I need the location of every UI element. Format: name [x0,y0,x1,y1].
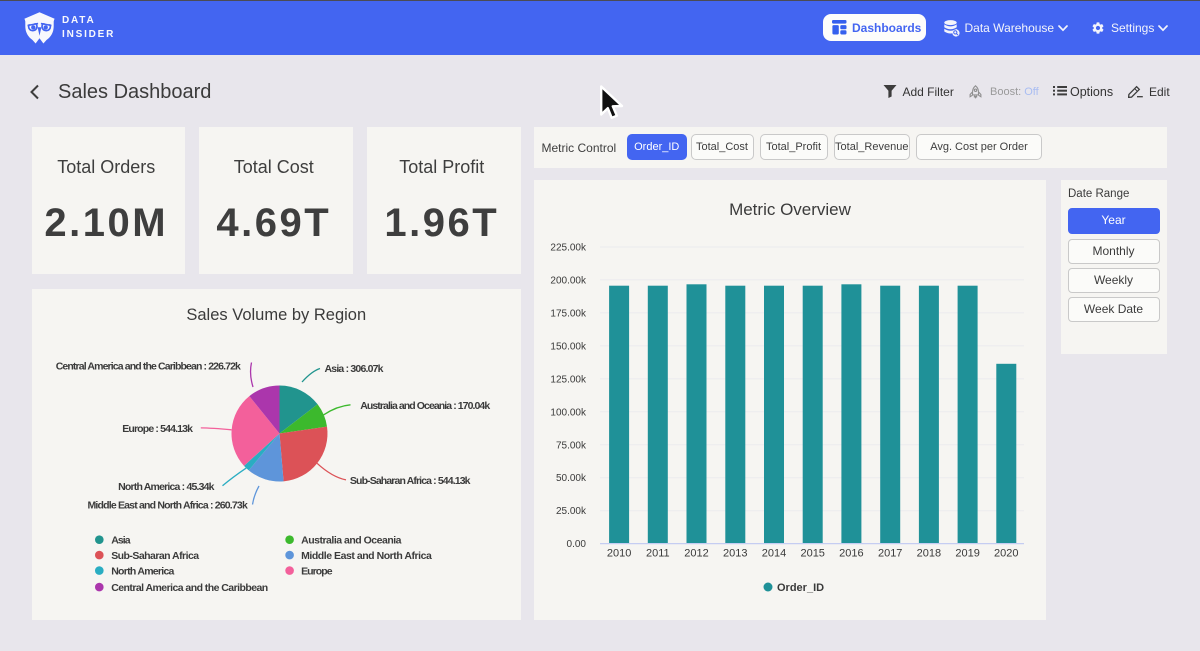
svg-text:175.00k: 175.00k [550,308,587,319]
svg-text:150.00k: 150.00k [550,341,587,352]
svg-text:2012: 2012 [684,548,708,560]
svg-text:2014: 2014 [762,548,786,560]
svg-text:0.00: 0.00 [567,539,587,550]
svg-text:25.00k: 25.00k [556,506,587,517]
svg-text:2016: 2016 [839,548,863,560]
svg-text:Asia : 306.07k: Asia : 306.07k [324,363,383,375]
svg-text:2017: 2017 [878,548,902,560]
svg-text:2013: 2013 [723,548,747,560]
svg-text:2019: 2019 [955,548,979,560]
svg-text:2020: 2020 [994,548,1018,560]
svg-text:2011: 2011 [646,548,670,560]
svg-text:225.00k: 225.00k [550,243,587,254]
svg-text:Order_ID: Order_ID [777,582,824,594]
svg-text:Middle East and North Africa :: Middle East and North Africa : 260.73k [87,499,247,511]
svg-text:Europe: Europe [301,565,333,577]
svg-text:2018: 2018 [917,548,941,560]
svg-text:2015: 2015 [800,548,824,560]
svg-text:75.00k: 75.00k [556,440,587,451]
svg-text:50.00k: 50.00k [556,473,587,484]
svg-text:Central America and the Caribb: Central America and the Caribbean [111,581,268,593]
svg-text:125.00k: 125.00k [550,374,587,385]
svg-text:Australia and Oceania : 170.04: Australia and Oceania : 170.04k [360,399,490,411]
svg-text:North America: North America [111,565,174,577]
svg-text:Middle East and North Africa: Middle East and North Africa [301,549,432,561]
svg-text:2010: 2010 [607,548,631,560]
svg-text:Sub-Saharan Africa: Sub-Saharan Africa [111,549,199,561]
svg-text:100.00k: 100.00k [550,407,587,418]
svg-text:North America : 45.34k: North America : 45.34k [118,480,215,492]
svg-text:Europe : 544.13k: Europe : 544.13k [122,423,193,435]
svg-text:Asia: Asia [111,534,131,546]
svg-text:Central America and the Caribb: Central America and the Caribbean : 226.… [55,360,240,372]
svg-text:Australia and Oceania: Australia and Oceania [301,534,402,546]
svg-text:Sub-Saharan Africa : 544.13k: Sub-Saharan Africa : 544.13k [349,475,470,487]
svg-text:200.00k: 200.00k [550,276,587,287]
